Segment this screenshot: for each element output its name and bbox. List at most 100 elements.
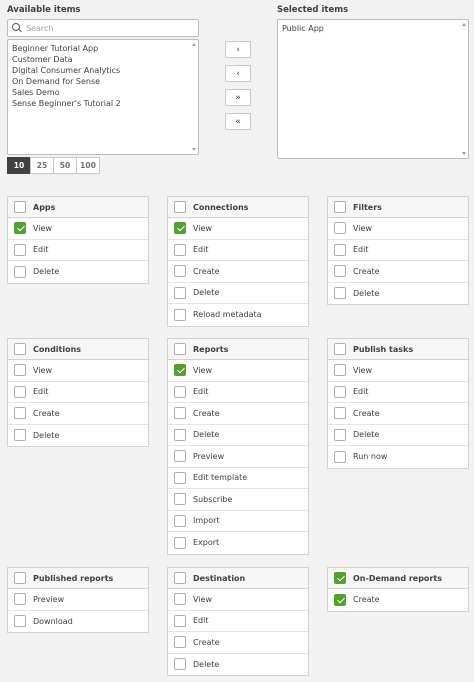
permission-checkbox[interactable] bbox=[174, 308, 186, 321]
permission-card-header[interactable]: Apps bbox=[8, 197, 148, 218]
permission-row[interactable]: View bbox=[168, 218, 308, 240]
permission-checkbox[interactable] bbox=[174, 222, 186, 235]
permission-card-header[interactable]: Destination bbox=[168, 568, 308, 589]
permission-checkbox[interactable] bbox=[174, 658, 186, 671]
permission-checkbox[interactable] bbox=[174, 471, 186, 484]
permission-checkbox[interactable] bbox=[14, 222, 26, 235]
permission-row[interactable]: Reload metadata bbox=[168, 304, 308, 326]
select-all-checkbox[interactable] bbox=[334, 343, 346, 355]
permission-row[interactable]: Create bbox=[168, 632, 308, 654]
search-field[interactable] bbox=[7, 19, 199, 37]
permission-checkbox[interactable] bbox=[174, 385, 186, 398]
permission-row[interactable]: Preview bbox=[8, 589, 148, 611]
available-item[interactable]: Sense Beginner's Tutorial 2 bbox=[12, 98, 194, 109]
permission-checkbox[interactable] bbox=[14, 593, 26, 606]
permission-row[interactable]: Import bbox=[168, 511, 308, 532]
selected-list-scrollbar[interactable] bbox=[460, 20, 468, 158]
permission-checkbox[interactable] bbox=[334, 385, 346, 398]
available-list-scrollbar[interactable] bbox=[190, 40, 198, 154]
permission-row[interactable]: Preview bbox=[168, 446, 308, 468]
select-all-checkbox[interactable] bbox=[174, 201, 186, 213]
permission-card-header[interactable]: Conditions bbox=[8, 339, 148, 360]
permission-checkbox[interactable] bbox=[14, 407, 26, 420]
permission-row[interactable]: Create bbox=[168, 261, 308, 283]
permission-checkbox[interactable] bbox=[14, 385, 26, 398]
permission-checkbox[interactable] bbox=[334, 450, 346, 463]
permission-card-header[interactable]: Connections bbox=[168, 197, 308, 218]
permission-checkbox[interactable] bbox=[14, 243, 26, 256]
permission-checkbox[interactable] bbox=[174, 493, 186, 506]
permission-row[interactable]: Delete bbox=[168, 654, 308, 676]
scroll-up-icon[interactable] bbox=[462, 23, 466, 26]
permission-row[interactable]: Export bbox=[168, 532, 308, 554]
permission-row[interactable]: Edit bbox=[8, 240, 148, 261]
permission-row[interactable]: View bbox=[168, 360, 308, 382]
permission-row[interactable]: Create bbox=[328, 261, 468, 283]
permission-row[interactable]: Subscribe bbox=[168, 489, 308, 511]
page-size-option[interactable]: 100 bbox=[76, 157, 100, 174]
page-size-option[interactable]: 10 bbox=[7, 157, 31, 174]
permission-row[interactable]: View bbox=[328, 218, 468, 240]
permission-card-header[interactable]: Reports bbox=[168, 339, 308, 360]
page-size-option[interactable]: 50 bbox=[53, 157, 77, 174]
permission-checkbox[interactable] bbox=[334, 407, 346, 420]
permission-checkbox[interactable] bbox=[174, 514, 186, 527]
permission-checkbox[interactable] bbox=[174, 614, 186, 627]
select-all-checkbox[interactable] bbox=[14, 201, 26, 213]
permission-card-header[interactable]: Publish tasks bbox=[328, 339, 468, 360]
permission-checkbox[interactable] bbox=[174, 593, 186, 606]
permission-checkbox[interactable] bbox=[14, 265, 26, 278]
permission-card-header[interactable]: Filters bbox=[328, 197, 468, 218]
permission-row[interactable]: Delete bbox=[8, 425, 148, 447]
permission-row[interactable]: Edit bbox=[168, 240, 308, 261]
permission-checkbox[interactable] bbox=[14, 429, 26, 442]
available-item[interactable]: Sales Demo bbox=[12, 87, 194, 98]
select-all-checkbox[interactable] bbox=[174, 343, 186, 355]
page-size-option[interactable]: 25 bbox=[30, 157, 54, 174]
remove-selected-button[interactable]: ‹ bbox=[225, 65, 251, 82]
available-item[interactable]: Beginner Tutorial App bbox=[12, 43, 194, 54]
select-all-checkbox[interactable] bbox=[14, 343, 26, 355]
permission-card-header[interactable]: Published reports bbox=[8, 568, 148, 589]
permission-row[interactable]: Edit bbox=[328, 240, 468, 261]
available-item[interactable]: Customer Data bbox=[12, 54, 194, 65]
permission-row[interactable]: Delete bbox=[168, 425, 308, 446]
permission-checkbox[interactable] bbox=[174, 265, 186, 278]
permission-checkbox[interactable] bbox=[14, 615, 26, 628]
permission-row[interactable]: View bbox=[8, 218, 148, 240]
select-all-checkbox[interactable] bbox=[334, 201, 346, 213]
permission-row[interactable]: Create bbox=[328, 403, 468, 425]
permission-checkbox[interactable] bbox=[334, 265, 346, 278]
select-all-checkbox[interactable] bbox=[14, 572, 26, 584]
permission-row[interactable]: Delete bbox=[328, 425, 468, 446]
permission-row[interactable]: View bbox=[168, 589, 308, 611]
select-all-checkbox[interactable] bbox=[334, 572, 346, 584]
remove-all-button[interactable]: « bbox=[225, 113, 251, 130]
add-all-button[interactable]: » bbox=[225, 89, 251, 106]
permission-checkbox[interactable] bbox=[334, 222, 346, 235]
search-input[interactable] bbox=[26, 23, 196, 33]
permission-row[interactable]: View bbox=[8, 360, 148, 382]
permission-card-header[interactable]: On-Demand reports bbox=[328, 568, 468, 589]
permission-checkbox[interactable] bbox=[334, 593, 346, 606]
select-all-checkbox[interactable] bbox=[174, 572, 186, 584]
permission-row[interactable]: Edit template bbox=[168, 468, 308, 489]
permission-row[interactable]: Edit bbox=[168, 382, 308, 403]
permission-checkbox[interactable] bbox=[174, 536, 186, 549]
permission-row[interactable]: Delete bbox=[8, 261, 148, 283]
permission-row[interactable]: Create bbox=[8, 403, 148, 425]
available-items-list[interactable]: Beginner Tutorial App Customer Data Digi… bbox=[7, 39, 199, 155]
scroll-down-icon[interactable] bbox=[462, 152, 466, 155]
permission-checkbox[interactable] bbox=[174, 450, 186, 463]
scroll-up-icon[interactable] bbox=[192, 43, 196, 46]
permission-row[interactable]: Run now bbox=[328, 446, 468, 468]
permission-row[interactable]: Delete bbox=[168, 283, 308, 304]
permission-row[interactable]: Delete bbox=[328, 283, 468, 305]
selected-item[interactable]: Public App bbox=[282, 23, 464, 34]
permission-checkbox[interactable] bbox=[334, 243, 346, 256]
permission-row[interactable]: Create bbox=[328, 589, 468, 611]
permission-row[interactable]: Create bbox=[168, 403, 308, 425]
permission-checkbox[interactable] bbox=[174, 636, 186, 649]
permission-checkbox[interactable] bbox=[334, 364, 346, 377]
permission-checkbox[interactable] bbox=[334, 287, 346, 300]
